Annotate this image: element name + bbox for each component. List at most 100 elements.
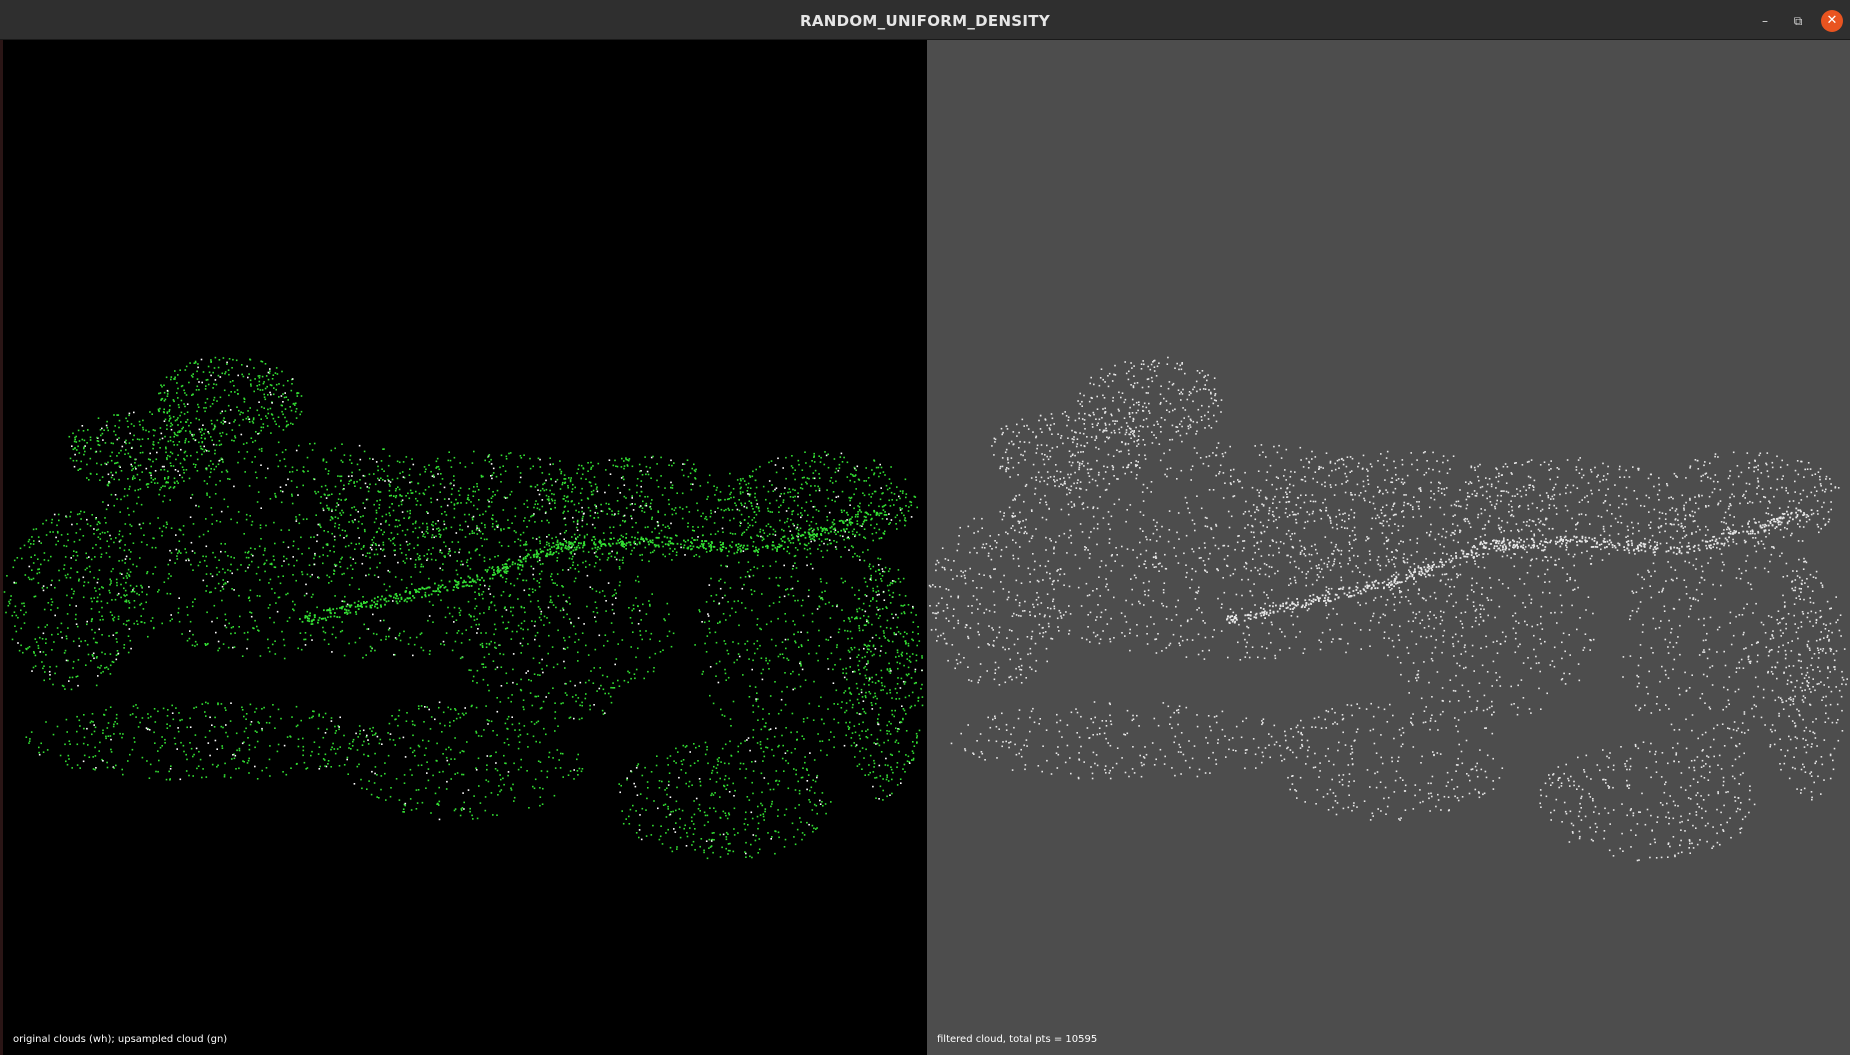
cloud-point (47, 602, 50, 604)
cloud-point (708, 627, 711, 630)
cloud-point (199, 445, 202, 448)
cloud-point (756, 624, 758, 626)
cloud-point (889, 753, 892, 756)
cloud-point (351, 475, 353, 477)
cloud-point (371, 770, 373, 773)
cloud-point (133, 434, 135, 437)
cloud-point (674, 548, 676, 550)
cloud-point (766, 535, 769, 537)
cloud-point (185, 559, 187, 562)
cloud-point (302, 745, 305, 748)
cloud-point (487, 456, 489, 458)
cloud-point (661, 494, 664, 496)
cloud-point (426, 522, 428, 525)
cloud-point (100, 434, 102, 437)
maximize-icon[interactable]: ⧉ (1787, 10, 1809, 32)
cloud-point (162, 485, 164, 487)
cloud-point (886, 774, 888, 776)
cloud-point (311, 750, 313, 753)
cloud-point (756, 815, 759, 818)
cloud-point (266, 385, 268, 388)
cloud-point (865, 748, 867, 751)
cloud-point (707, 481, 709, 484)
cloud-point (106, 484, 109, 486)
cloud-point (291, 383, 293, 385)
cloud-point (581, 506, 583, 509)
cloud-point (594, 648, 597, 651)
cloud-point (765, 659, 767, 662)
cloud-point (358, 637, 361, 639)
cloud-point (565, 541, 568, 544)
cloud-point (447, 553, 450, 555)
cloud-point (891, 580, 894, 582)
cloud-point (814, 485, 816, 487)
cloud-point (581, 519, 584, 522)
cloud-point (128, 488, 130, 490)
cloud-point (855, 488, 857, 490)
minimize-icon[interactable]: – (1754, 10, 1776, 32)
cloud-point (426, 528, 429, 530)
cloud-point (879, 558, 882, 560)
cloud-point (334, 525, 336, 528)
cloud-point (125, 624, 128, 626)
original-cloud-viewport[interactable]: original clouds (wh); upsampled cloud (g… (3, 40, 927, 1055)
cloud-point (860, 511, 863, 513)
cloud-point (864, 674, 867, 677)
cloud-point (160, 486, 162, 489)
cloud-point (865, 467, 867, 469)
cloud-point (189, 432, 192, 434)
cloud-point (82, 576, 85, 579)
cloud-point (101, 432, 104, 435)
cloud-point (735, 504, 737, 507)
cloud-point (127, 452, 130, 455)
cloud-point (601, 674, 604, 677)
cloud-point (146, 572, 148, 575)
cloud-point (906, 674, 909, 677)
close-icon[interactable]: ✕ (1821, 10, 1843, 32)
cloud-point (657, 511, 660, 513)
title-bar[interactable]: RANDOM_UNIFORM_DENSITY – ⧉ ✕ (0, 0, 1850, 40)
cloud-point (875, 466, 878, 469)
cloud-point (134, 477, 136, 479)
cloud-point (83, 439, 86, 442)
cloud-point (212, 387, 214, 389)
cloud-point (418, 526, 421, 529)
cloud-point (132, 542, 135, 544)
cloud-point (725, 847, 727, 850)
cloud-point (268, 722, 271, 724)
cloud-point (569, 567, 572, 569)
cloud-point (472, 680, 474, 682)
cloud-point (890, 466, 892, 468)
cloud-point (259, 595, 261, 597)
cloud-point (589, 704, 591, 707)
cloud-point (601, 590, 604, 592)
cloud-point (502, 465, 504, 467)
cloud-point (687, 525, 689, 528)
cloud-point (698, 778, 701, 780)
cloud-point (770, 838, 772, 840)
cloud-point (774, 464, 777, 466)
cloud-point (83, 714, 85, 716)
cloud-point (215, 520, 218, 522)
cloud-point (865, 691, 867, 694)
cloud-point (777, 831, 780, 834)
cloud-point (113, 504, 115, 507)
cloud-point (208, 432, 210, 435)
cloud-point (428, 600, 431, 603)
cloud-point (747, 561, 750, 563)
cloud-point (142, 608, 145, 610)
cloud-point (785, 808, 788, 811)
cloud-point (828, 739, 830, 741)
cloud-point (274, 420, 276, 423)
cloud-point (76, 513, 79, 516)
cloud-point (863, 647, 865, 650)
cloud-point (224, 410, 227, 412)
cloud-point (64, 649, 67, 652)
cloud-point (348, 742, 351, 745)
cloud-point (388, 483, 391, 486)
cloud-point (573, 625, 575, 628)
cloud-point (138, 594, 140, 596)
cloud-point (806, 520, 808, 522)
cloud-point (45, 721, 47, 723)
cloud-point (567, 569, 570, 571)
